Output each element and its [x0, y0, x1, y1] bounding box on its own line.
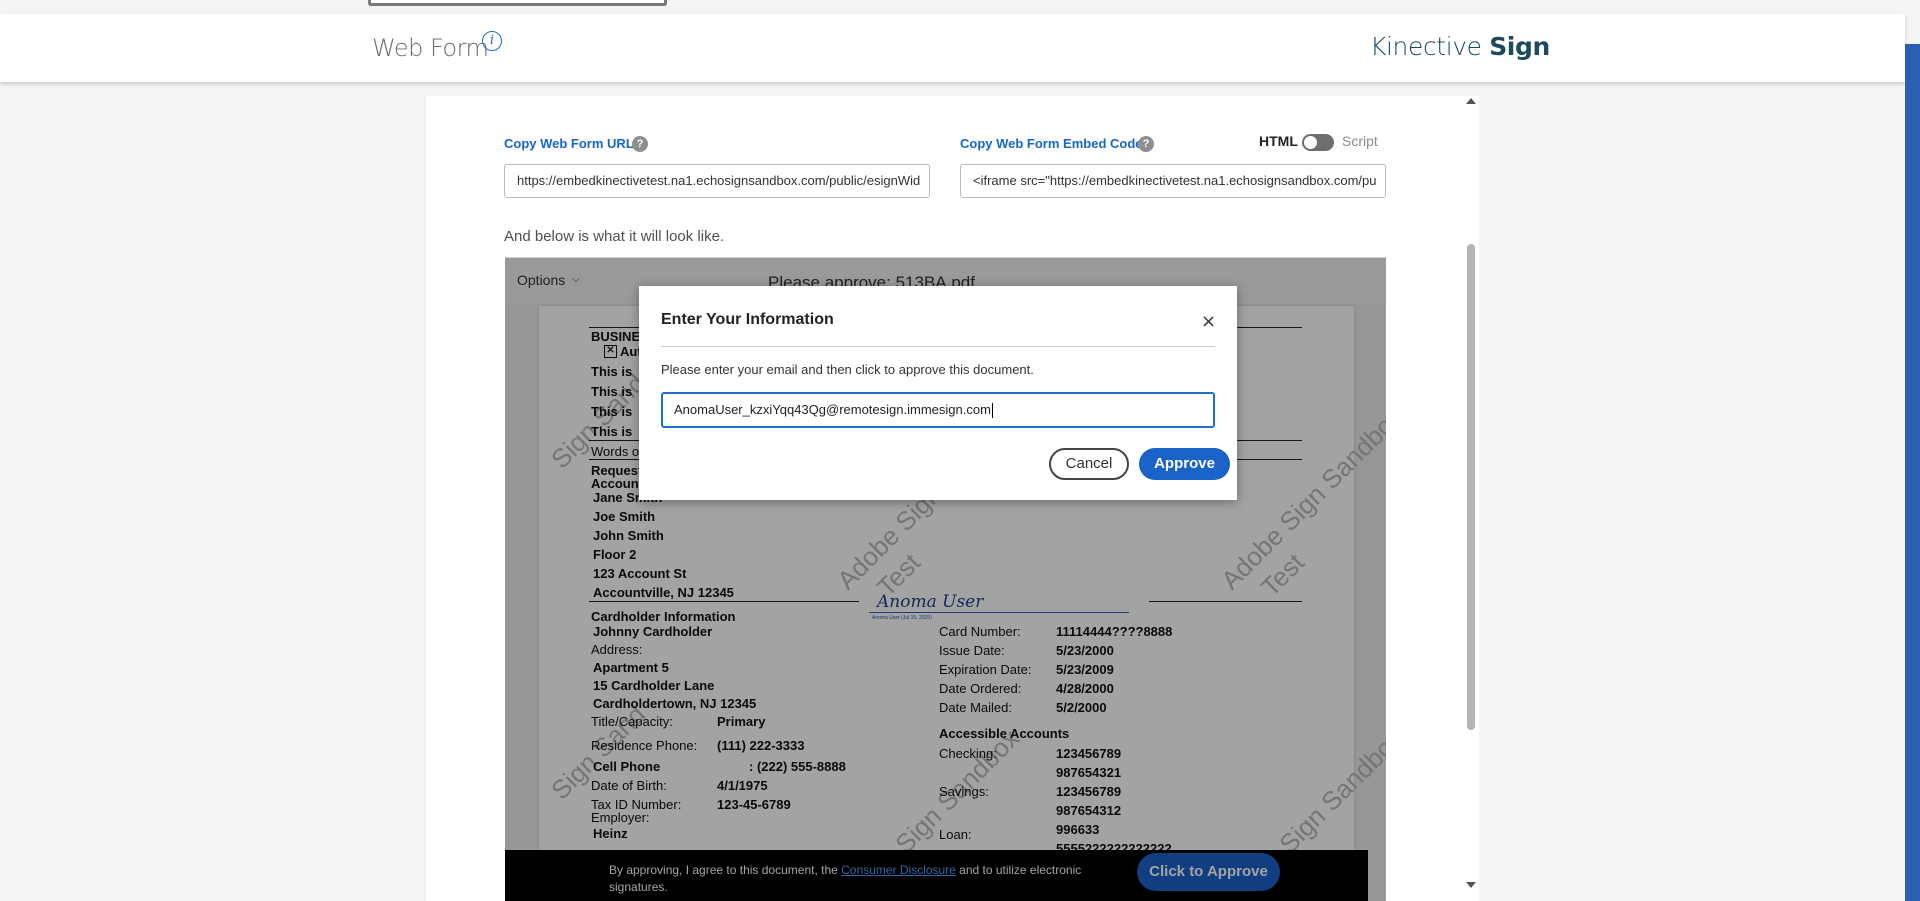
page-title: Web Form [372, 34, 489, 62]
right-edge-bar [1905, 44, 1920, 901]
embed-help-icon[interactable]: ? [1138, 136, 1154, 152]
email-value: AnomaUser_kzxiYqq43Qg@remotesign.immesig… [674, 402, 991, 417]
approve-button[interactable]: Approve [1139, 448, 1230, 480]
dialog-title: Enter Your Information [661, 311, 834, 328]
embed-code-label: Copy Web Form Embed Code [960, 136, 1143, 151]
dialog-description: Please enter your email and then click t… [661, 362, 1034, 377]
html-script-toggle[interactable] [1302, 134, 1334, 151]
panel-scrollbar[interactable] [1463, 96, 1479, 901]
toggle-html-label: HTML [1259, 133, 1298, 149]
scroll-up-arrow-icon[interactable] [1466, 98, 1476, 104]
brand-logo: Kinective Sign [1370, 32, 1550, 61]
top-tab-fragment [368, 0, 667, 6]
embed-code-field[interactable]: <iframe src="https://embedkinectivetest.… [960, 164, 1386, 198]
dialog-divider [661, 346, 1215, 347]
cancel-button[interactable]: Cancel [1049, 448, 1129, 480]
scroll-thumb[interactable] [1467, 244, 1475, 730]
email-field[interactable]: AnomaUser_kzxiYqq43Qg@remotesign.immesig… [661, 392, 1215, 428]
top-strip [0, 0, 1920, 14]
info-icon[interactable]: i [482, 31, 502, 51]
url-help-icon[interactable]: ? [632, 136, 648, 152]
toggle-knob [1304, 136, 1317, 149]
enter-information-dialog: Enter Your Information × Please enter yo… [639, 286, 1237, 500]
brand-light: Kinective [1370, 32, 1482, 61]
web-form-url-field[interactable]: https://embedkinectivetest.na1.echosigns… [504, 164, 930, 198]
scroll-down-arrow-icon[interactable] [1466, 882, 1476, 888]
brand-bold: Sign [1489, 32, 1550, 61]
header: Web Form i Kinective Sign [0, 14, 1905, 82]
close-icon[interactable]: × [1201, 311, 1216, 332]
text-caret [991, 403, 993, 419]
toggle-script-label: Script [1342, 133, 1378, 149]
web-form-url-label: Copy Web Form URL [504, 136, 634, 151]
preview-caption: And below is what it will look like. [504, 228, 725, 245]
